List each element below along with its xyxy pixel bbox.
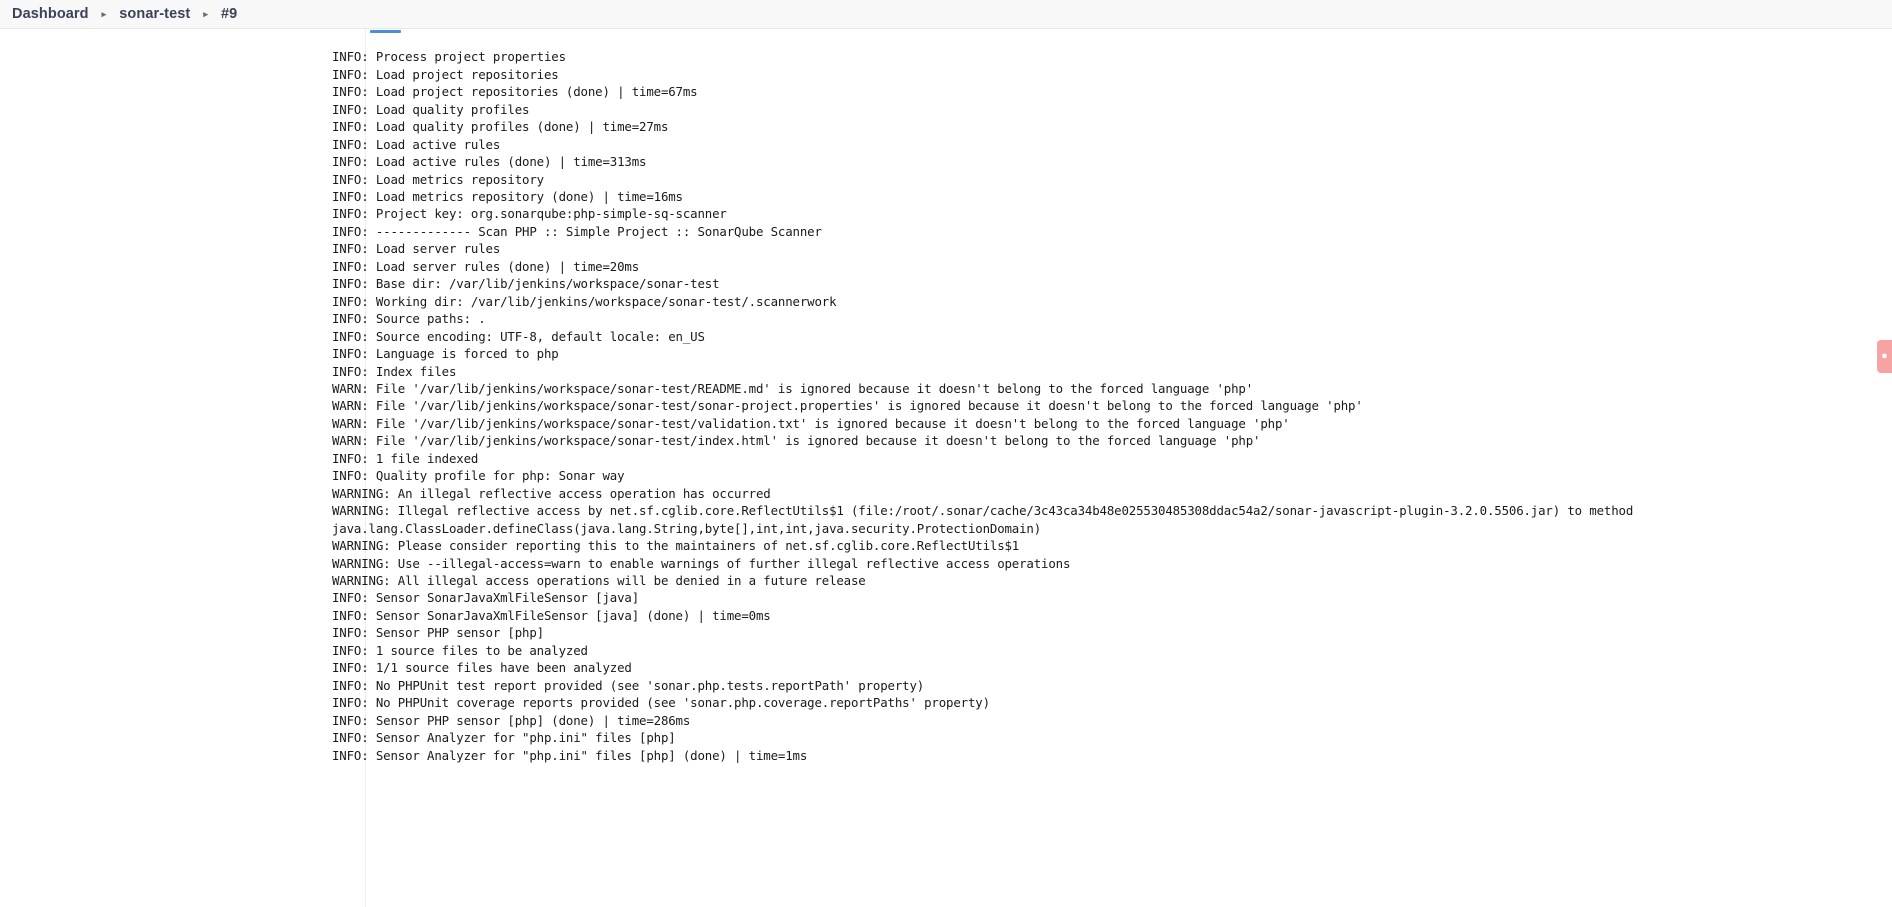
console-log-line: INFO: Sensor Analyzer for "php.ini" file… <box>332 730 676 746</box>
console-log-line: WARN: File '/var/lib/jenkins/workspace/s… <box>332 398 1363 414</box>
notification-dot-icon: ● <box>1881 350 1888 362</box>
console-log-line: INFO: Base dir: /var/lib/jenkins/workspa… <box>332 276 720 292</box>
build-progress-bar <box>370 30 401 33</box>
console-log-line: INFO: Sensor Analyzer for "php.ini" file… <box>332 747 808 763</box>
console-log-line: WARN: File '/var/lib/jenkins/workspace/s… <box>332 381 1254 396</box>
console-log-line: INFO: Process project properties <box>332 49 566 65</box>
console-log-line: INFO: No PHPUnit coverage reports provid… <box>332 695 990 711</box>
console-output-panel[interactable]: INFO: Process project properties INFO: Lo… <box>0 29 1892 907</box>
console-log-line: INFO: Load project repositories <box>332 66 559 82</box>
console-log-line: java.lang.ClassLoader.defineClass(java.l… <box>332 520 1042 536</box>
console-log-line: INFO: No PHPUnit test report provided (s… <box>332 677 925 693</box>
console-log-line: INFO: Load quality profiles <box>332 101 530 117</box>
console-log-line: WARN: File '/var/lib/jenkins/workspace/s… <box>332 415 1290 431</box>
breadcrumb-separator-icon: ▸ <box>101 8 107 19</box>
console-log-line: INFO: Load metrics repository (done) | t… <box>332 189 683 205</box>
console-log-line: INFO: Load server rules <box>332 241 501 257</box>
console-log-line: INFO: Sensor PHP sensor [php] (done) | t… <box>332 712 691 728</box>
console-log-line: INFO: 1 source files to be analyzed <box>332 642 588 658</box>
console-log-line: INFO: Sensor SonarJavaXmlFileSensor [jav… <box>332 590 640 606</box>
console-log-line: INFO: Load active rules <box>332 136 501 152</box>
console-log-line: INFO: Source encoding: UTF-8, default lo… <box>332 328 705 344</box>
console-log-line: WARNING: All illegal access operations w… <box>332 572 866 588</box>
console-log-line: WARN: File '/var/lib/jenkins/workspace/s… <box>332 433 1261 449</box>
console-log-line: INFO: Load server rules (done) | time=20… <box>332 258 640 274</box>
console-log-line: INFO: Load active rules (done) | time=31… <box>332 154 647 170</box>
breadcrumb-build[interactable]: #9 <box>221 6 237 22</box>
console-log-line: INFO: 1/1 source files have been analyze… <box>332 660 632 676</box>
breadcrumb-separator-icon: ▸ <box>203 8 208 19</box>
console-log-line: INFO: Source paths: . <box>332 311 486 327</box>
breadcrumb-project[interactable]: sonar-test <box>119 6 190 22</box>
console-log-line: WARNING: Use --illegal-access=warn to en… <box>332 555 1071 571</box>
console-log-line: INFO: Index files <box>332 363 457 379</box>
breadcrumb-dashboard[interactable]: Dashboard <box>12 6 89 22</box>
console-log-line: WARNING: Illegal reflective access by ne… <box>332 503 1634 519</box>
console-log-line: INFO: Load quality profiles (done) | tim… <box>332 119 669 135</box>
header-bar: Dashboard ▸ sonar-test ▸ #9 <box>0 0 1892 29</box>
console-log-line: WARNING: An illegal reflective access op… <box>332 485 771 501</box>
console-log-line: INFO: Project key: org.sonarqube:php-sim… <box>332 206 727 222</box>
notification-tab-button[interactable]: ● <box>1877 340 1892 373</box>
console-log-line: INFO: Language is forced to php <box>332 346 559 362</box>
console-log-line: INFO: Load metrics repository <box>332 171 544 187</box>
console-log-line: INFO: 1 file indexed <box>332 450 479 466</box>
console-log-line: INFO: ------------- Scan PHP :: Simple P… <box>332 223 822 239</box>
console-log-line: INFO: Quality profile for php: Sonar way <box>332 468 625 484</box>
console-log-line: INFO: Sensor SonarJavaXmlFileSensor [jav… <box>332 607 771 623</box>
breadcrumb: Dashboard ▸ sonar-test ▸ #9 <box>12 6 237 22</box>
console-log-line: INFO: Sensor PHP sensor [php] <box>332 625 544 641</box>
console-log-line: WARNING: Please consider reporting this … <box>332 538 1020 554</box>
console-log-text: INFO: Process project properties INFO: Lo… <box>332 48 1892 764</box>
console-log-line: INFO: Working dir: /var/lib/jenkins/work… <box>332 293 837 309</box>
console-log-line: INFO: Load project repositories (done) |… <box>332 84 698 100</box>
